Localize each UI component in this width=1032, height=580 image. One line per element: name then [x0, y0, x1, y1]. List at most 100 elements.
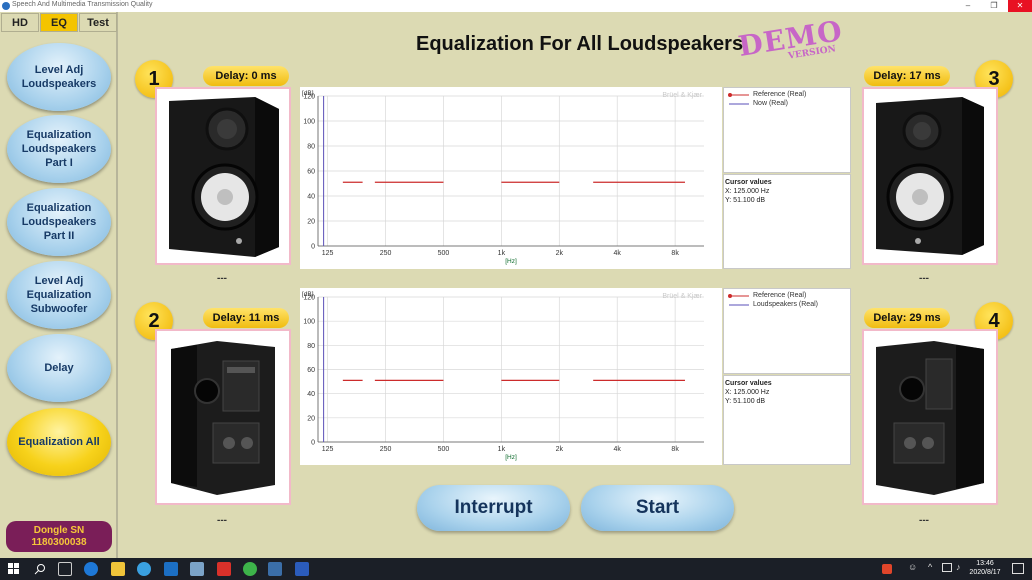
y-tick-label: 80	[307, 343, 315, 350]
sidebar-item-delay[interactable]: Delay	[7, 334, 111, 402]
y-tick-label: 0	[311, 440, 315, 447]
taskbar-clock[interactable]: 13:46 2020/8/17	[966, 559, 1004, 577]
chart-1-plot[interactable]: 020406080100120125 250 500 1k 2k 4k 8k[dB][Hz]…	[300, 87, 722, 269]
speaker-1-frame	[155, 87, 291, 265]
x-tick-label: 2k	[556, 446, 564, 453]
dongle-sn-badge: Dongle SN 1180300038	[6, 521, 112, 552]
outlook-icon[interactable]	[164, 562, 178, 576]
cursor-y-value: Y: 51.100 dB	[725, 398, 766, 405]
y-tick-label: 80	[307, 144, 315, 151]
speaker-3-frame	[862, 87, 998, 265]
sidebar-item-equalization-all[interactable]: Equalization All	[7, 408, 111, 476]
legend-red-line-icon	[728, 293, 749, 298]
sidebar-item-eq-loudspeakers-part-1[interactable]: Equalization Loudspeakers Part I	[7, 115, 111, 183]
x-tick-label: 4k	[614, 446, 622, 453]
tab-eq[interactable]: EQ	[40, 13, 78, 32]
speaker-4-back-image	[876, 341, 984, 495]
task-view-icon[interactable]	[58, 562, 72, 576]
legend-item: Loudspeakers (Real)	[728, 301, 818, 308]
legend-item: Now (Real)	[728, 100, 788, 107]
y-axis-label: [dB]	[302, 291, 314, 298]
interrupt-button[interactable]: Interrupt	[417, 485, 570, 531]
chart-2-legend: Reference (Real) Loudspeakers (Real)	[723, 288, 851, 374]
y-tick-label: 100	[303, 319, 315, 326]
clock-date: 2020/8/17	[969, 569, 1001, 576]
wechat-icon[interactable]	[243, 562, 257, 576]
active-app-icon[interactable]	[268, 562, 282, 576]
speaker-4-frame	[862, 329, 998, 505]
y-tick-label: 20	[307, 219, 315, 226]
start-button[interactable]: Start	[581, 485, 734, 531]
minimize-button[interactable]: –	[956, 0, 980, 12]
tray-chevron-up-icon[interactable]: ^	[928, 562, 932, 572]
speaker-1-delay: Delay: 0 ms	[203, 66, 289, 86]
page-title: Equalization For All Loudspeakers	[416, 33, 744, 55]
x-tick-label: 1k	[498, 446, 506, 453]
tab-hd[interactable]: HD	[1, 13, 39, 32]
x-axis-label: [Hz]	[505, 454, 517, 461]
chart-grid	[318, 95, 704, 247]
windows-start-icon[interactable]	[8, 563, 20, 575]
legend-red-line-icon	[728, 92, 749, 97]
x-tick-label: 250	[380, 250, 392, 257]
cursor-x-value: X: 125.000 Hz	[725, 188, 770, 195]
legend-label: Reference (Real)	[753, 292, 807, 299]
window-title: Speech And Multimedia Transmission Quali…	[12, 1, 153, 8]
speaker-2-status: ---	[217, 515, 227, 526]
x-axis-label: [Hz]	[505, 258, 517, 265]
file-explorer-icon[interactable]	[111, 562, 125, 576]
speaker-2-frame	[155, 329, 291, 505]
cursor-y-value: Y: 51.100 dB	[725, 197, 766, 204]
close-button[interactable]: ✕	[1008, 0, 1032, 12]
ie-browser-icon[interactable]	[137, 562, 151, 576]
tray-network-icon[interactable]	[942, 563, 952, 572]
app-icon	[2, 2, 10, 10]
chart-1-cursor-values: Cursor values X: 125.000 Hz Y: 51.100 dB	[723, 174, 851, 269]
search-icon[interactable]	[34, 563, 46, 575]
tab-test[interactable]: Test	[79, 13, 117, 32]
bk-watermark: Brüel & Kjær	[662, 92, 702, 99]
title-bar: Speech And Multimedia Transmission Quali…	[0, 0, 1032, 12]
chart-grid	[318, 296, 704, 443]
speaker-3-delay: Delay: 17 ms	[864, 66, 950, 86]
y-tick-label: 100	[303, 119, 315, 126]
word-icon[interactable]	[295, 562, 309, 576]
speaker-3-front-image	[876, 97, 984, 255]
app-icon[interactable]	[190, 562, 204, 576]
app-red-icon[interactable]	[217, 562, 231, 576]
y-tick-label: 20	[307, 415, 315, 422]
chart-2-plot[interactable]: 020406080100120125 250 500 1k 2k 4k 8k[dB][Hz]…	[300, 288, 722, 465]
sidebar-item-level-adj-loudspeakers[interactable]: Level Adj Loudspeakers	[7, 43, 111, 111]
x-tick-label: 2k	[556, 250, 564, 257]
x-tick-label: 500	[438, 250, 450, 257]
dongle-value: 1180300038	[31, 537, 87, 548]
speaker-4-delay: Delay: 29 ms	[864, 308, 950, 328]
x-tick-label: 500	[438, 446, 450, 453]
sidebar-item-eq-loudspeakers-part-2[interactable]: Equalization Loudspeakers Part II	[7, 188, 111, 256]
y-tick-label: 60	[307, 367, 315, 374]
legend-item: Reference (Real)	[728, 91, 806, 98]
bk-watermark: Brüel & Kjær	[662, 293, 702, 300]
tray-people-icon[interactable]: ☺	[908, 562, 917, 572]
notifications-icon[interactable]	[1012, 563, 1024, 574]
taskbar: ☺ ^ ♪ 13:46 2020/8/17	[0, 558, 1032, 580]
legend-item: Reference (Real)	[728, 292, 806, 299]
y-tick-label: 0	[311, 244, 315, 251]
tray-app-icon[interactable]	[882, 564, 892, 574]
x-tick-label: 4k	[614, 250, 622, 257]
tray-volume-icon[interactable]: ♪	[956, 562, 961, 572]
legend-label: Loudspeakers (Real)	[753, 301, 818, 308]
clock-time: 13:46	[976, 560, 994, 567]
chart-2[interactable]: 0 20 40 60 80 100 120 125 250 500 1k 2k 4k 8k [dB] [Hz]…	[300, 288, 722, 465]
maximize-button[interactable]: ❐	[982, 0, 1006, 12]
sidebar-item-level-adj-eq-subwoofer[interactable]: Level Adj Equalization Subwoofer	[7, 261, 111, 329]
y-axis-label: [dB]	[302, 90, 314, 97]
speaker-3-status: ---	[919, 273, 929, 284]
x-tick-label: 8k	[671, 446, 679, 453]
cursor-x-value: X: 125.000 Hz	[725, 389, 770, 396]
speaker-2-back-image	[171, 341, 275, 495]
speaker-2-delay: Delay: 11 ms	[203, 308, 289, 328]
edge-browser-icon[interactable]	[84, 562, 98, 576]
chart-1[interactable]: 0 20 40 60 80 100 120 125 250 500 1k 2k 4k 8k [dB] [Hz]…	[300, 87, 722, 269]
x-tick-label: 8k	[671, 250, 679, 257]
